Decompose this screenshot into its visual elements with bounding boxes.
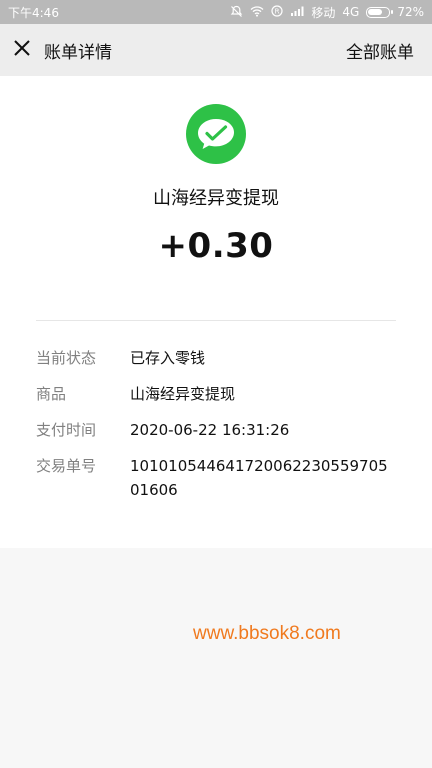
carrier-label: 移动 — [311, 5, 336, 20]
page-title: 账单详情 — [44, 42, 112, 63]
detail-list: 当前状态 已存入零钱 商品 山海经异变提现 支付时间 2020-06-22 16… — [36, 346, 396, 514]
bill-detail-card: 山海经异变提现 +0.30 当前状态 已存入零钱 商品 山海经异变提现 支付时间… — [0, 76, 432, 548]
all-bills-link[interactable]: 全部账单 — [346, 38, 414, 63]
status-time: 下午4:46 — [8, 5, 59, 20]
battery-fill — [368, 8, 383, 15]
detail-label: 交易单号 — [36, 457, 97, 475]
status-bar: 下午4:46 R 移动 4G 72% — [0, 0, 432, 24]
wechat-pay-icon — [186, 104, 246, 164]
watermark-text: www.bbsok8.com — [193, 623, 341, 644]
network-type: 4G — [342, 5, 360, 19]
detail-row-product: 商品 山海经异变提现 — [36, 382, 396, 406]
merchant-name: 山海经异变提现 — [153, 188, 279, 209]
detail-label: 支付时间 — [36, 421, 97, 439]
data-saver-icon: R — [271, 5, 283, 19]
detail-row-payment-time: 支付时间 2020-06-22 16:31:26 — [36, 418, 396, 442]
detail-row-transaction-id: 交易单号 10101054464172006223055970501606 — [36, 454, 396, 502]
wifi-icon — [250, 5, 264, 19]
battery-icon — [366, 6, 394, 18]
detail-value: 已存入零钱 — [130, 349, 206, 367]
nav-header: 账单详情 全部账单 — [0, 24, 432, 76]
battery-percent: 72% — [397, 5, 424, 19]
detail-value: 山海经异变提现 — [130, 385, 236, 403]
close-icon — [13, 39, 31, 61]
close-button[interactable] — [0, 24, 44, 76]
signal-icon — [290, 5, 304, 19]
svg-text:R: R — [275, 8, 280, 16]
detail-label: 当前状态 — [36, 349, 97, 367]
transaction-amount: +0.30 — [158, 226, 274, 266]
mute-alarm-icon — [230, 5, 243, 20]
detail-value[interactable]: 10101054464172006223055970501606 — [130, 454, 396, 502]
detail-value: 2020-06-22 16:31:26 — [130, 421, 290, 439]
detail-row-status: 当前状态 已存入零钱 — [36, 346, 396, 370]
divider — [36, 320, 396, 321]
detail-label: 商品 — [36, 385, 67, 403]
